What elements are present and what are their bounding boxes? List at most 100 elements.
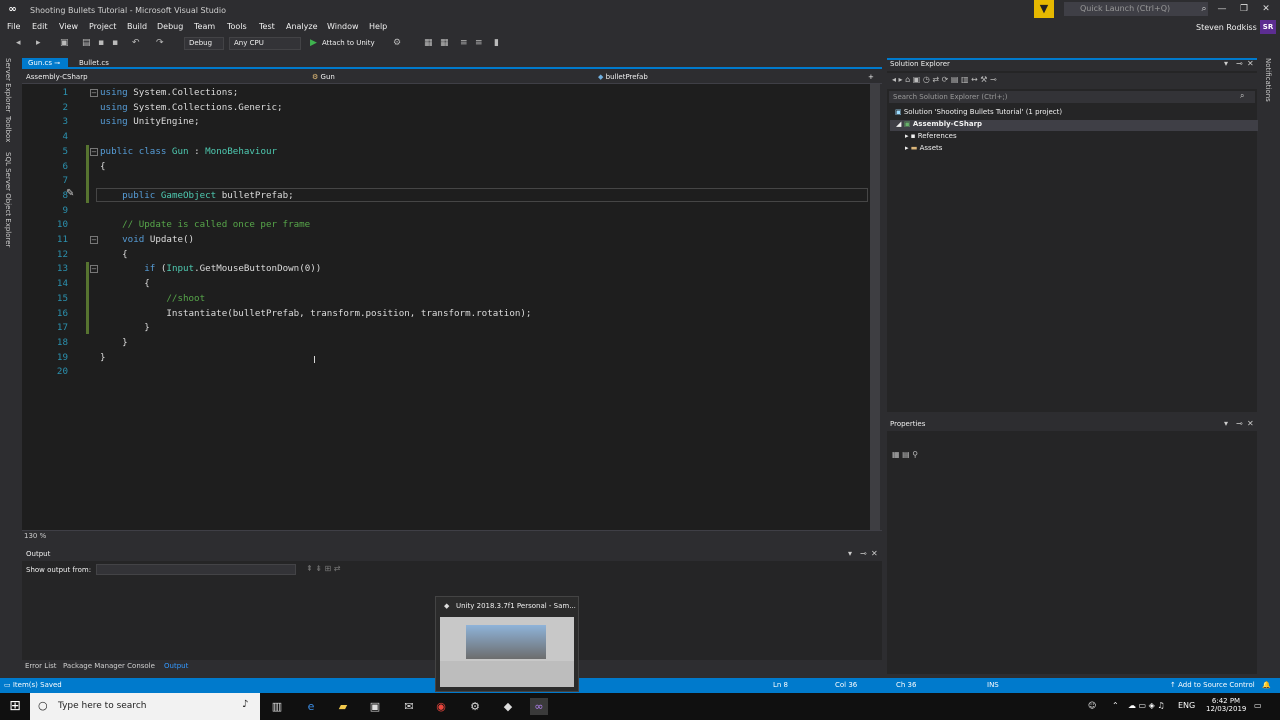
forward-icon[interactable]: ▸ [36, 38, 41, 48]
taskbar-search-input[interactable]: Type here to search [30, 693, 260, 720]
open-icon[interactable]: ▤ [82, 38, 91, 48]
avatar[interactable]: SR [1260, 20, 1276, 34]
close-icon[interactable]: ✕ [871, 549, 878, 558]
play-icon[interactable]: ▶ [310, 38, 317, 48]
maximize-icon[interactable]: ❐ [1236, 2, 1252, 16]
menu-debug[interactable]: Debug [157, 22, 183, 31]
pin-icon[interactable]: ⊸ [860, 549, 867, 558]
close-icon[interactable]: ✕ [1258, 2, 1274, 16]
collapse-arrow-icon[interactable]: ▸ [905, 132, 909, 140]
code-line[interactable]: 13 − if (Input.GetMouseButtonDown(0)) [22, 262, 870, 277]
code-line[interactable]: 14 { [22, 277, 870, 292]
mail-icon[interactable]: ✉ [400, 698, 418, 715]
menu-team[interactable]: Team [194, 22, 215, 31]
toolbar-layout2-icon[interactable]: ▦ [440, 38, 449, 48]
menu-analyze[interactable]: Analyze [286, 22, 318, 31]
quick-launch-input[interactable]: Quick Launch (Ctrl+Q) [1064, 2, 1208, 16]
code-line[interactable]: 20 [22, 365, 870, 380]
bookmark-icon[interactable]: ▮ [494, 38, 499, 48]
code-line[interactable]: 8 public GameObject bulletPrefab; [22, 189, 870, 204]
show-hidden-icons[interactable]: ⌃ [1112, 701, 1119, 710]
steam-icon[interactable]: ⚙ [466, 698, 484, 715]
code-line[interactable]: 15 //shoot [22, 292, 870, 307]
collapse-region-icon[interactable]: − [90, 89, 98, 97]
properties-toolbar-icons[interactable]: ▦ ▤ ⚲ [892, 450, 918, 459]
menu-project[interactable]: Project [89, 22, 116, 31]
file-explorer-icon[interactable]: ▰ [334, 698, 352, 715]
code-line[interactable]: 10 // Update is called once per frame [22, 218, 870, 233]
task-view-icon[interactable]: ▥ [268, 698, 286, 715]
toolbar-layout-icon[interactable]: ▦ [424, 38, 433, 48]
attach-to-unity-button[interactable]: Attach to Unity [322, 39, 375, 47]
debug-options-icon[interactable]: ⚙ [393, 38, 401, 48]
assets-node[interactable]: ▸ ▬ Assets [905, 144, 942, 152]
redo-icon[interactable]: ↷ [156, 38, 164, 48]
search-icon[interactable]: ⌕ [1240, 91, 1244, 101]
notification-bell-icon[interactable]: 🔔 [1262, 681, 1271, 689]
user-name[interactable]: Steven Rodkiss [1196, 23, 1257, 32]
menu-build[interactable]: Build [127, 22, 147, 31]
collapse-region-icon[interactable]: − [90, 147, 98, 156]
nav-member-select[interactable]: ◆ bulletPrefab [598, 73, 648, 81]
code-line[interactable]: 12 { [22, 248, 870, 263]
code-line[interactable]: 2 using System.Collections.Generic; [22, 101, 870, 116]
tab-output[interactable]: Output [164, 662, 188, 670]
edge-icon[interactable]: e [302, 698, 320, 715]
server-explorer-tab[interactable]: Server Explorer [4, 58, 12, 112]
code-line[interactable]: 4 [22, 130, 870, 145]
language-indicator[interactable]: ENG [1178, 701, 1195, 710]
code-line[interactable]: 1 − using System.Collections; [22, 86, 870, 101]
outdent-icon[interactable]: ≡ [475, 38, 483, 48]
code-line[interactable]: 17 } [22, 321, 870, 336]
search-solution-explorer-input[interactable]: Search Solution Explorer (Ctrl+;) [889, 91, 1255, 103]
indent-icon[interactable]: ≡ [460, 38, 468, 48]
save-all-icon[interactable]: ▪ [112, 38, 118, 48]
back-icon[interactable]: ◂ [16, 38, 21, 48]
code-line[interactable]: 5 − public class Gun : MonoBehaviour [22, 145, 870, 160]
output-source-select[interactable] [96, 564, 296, 575]
search-icon[interactable]: ⌕ [1196, 2, 1212, 16]
store-icon[interactable]: ▣ [366, 698, 384, 715]
output-toolbar-icons[interactable]: ⇞ ⇟ ⊞ ⇄ [306, 564, 340, 573]
menu-view[interactable]: View [59, 22, 78, 31]
collapse-region-icon[interactable]: − [90, 236, 98, 244]
menu-help[interactable]: Help [369, 22, 387, 31]
tab-error-list[interactable]: Error List [25, 662, 57, 670]
windows-start-icon[interactable]: ⊞ [0, 693, 30, 720]
menu-tools[interactable]: Tools [227, 22, 247, 31]
panel-options-icon[interactable]: ▾ [1224, 419, 1228, 428]
tray-icons[interactable]: ☁ ▭ ◈ ♫ [1128, 701, 1165, 710]
project-node[interactable]: ◢ ▣ Assembly-CSharp [896, 120, 982, 128]
config-select[interactable]: Debug [184, 37, 224, 50]
tab-package-manager-console[interactable]: Package Manager Console [63, 662, 155, 670]
sql-server-object-explorer-tab[interactable]: SQL Server Object Explorer [4, 152, 12, 247]
unity-icon[interactable]: ◆ [499, 698, 517, 715]
people-icon[interactable]: ☺ [1088, 701, 1096, 710]
code-line[interactable]: 9 [22, 204, 870, 219]
editor-vertical-scrollbar[interactable] [870, 84, 880, 530]
solution-node[interactable]: ▣ Solution 'Shooting Bullets Tutorial' (… [895, 108, 1062, 116]
nav-class-select[interactable]: ⚙ Gun [312, 73, 335, 81]
menu-edit[interactable]: Edit [32, 22, 48, 31]
references-node[interactable]: ▸ ▪ References [905, 132, 957, 140]
menu-window[interactable]: Window [327, 22, 359, 31]
solution-explorer-toolbar-icons[interactable]: ◂ ▸ ⌂ ▣ ◷ ⇄ ⟳ ▤ ▥ ↔ ⚒ ⊸ [892, 75, 997, 84]
close-icon[interactable]: ✕ [1247, 419, 1254, 428]
split-editor-icon[interactable]: + [868, 73, 874, 81]
code-line[interactable]: 11 − void Update() [22, 233, 870, 248]
toolbox-tab[interactable]: Toolbox [4, 116, 12, 142]
code-line[interactable]: 7 [22, 174, 870, 189]
code-line[interactable]: 16 Instantiate(bulletPrefab, transform.p… [22, 307, 870, 322]
pin-icon[interactable]: ⊸ [1236, 59, 1243, 68]
expand-arrow-icon[interactable]: ◢ [896, 120, 901, 128]
nav-project-select[interactable]: Assembly-CSharp [26, 73, 88, 81]
panel-options-icon[interactable]: ▾ [848, 549, 852, 558]
new-project-icon[interactable]: ▣ [60, 38, 69, 48]
menu-file[interactable]: File [7, 22, 20, 31]
code-line[interactable]: 6{ [22, 160, 870, 175]
microphone-icon[interactable]: ♪ [242, 699, 248, 710]
collapse-arrow-icon[interactable]: ▸ [905, 144, 909, 152]
pin-icon[interactable]: ⊸ [54, 59, 60, 67]
code-line[interactable]: 3 using UnityEngine; [22, 115, 870, 130]
collapse-region-icon[interactable]: − [90, 265, 98, 274]
